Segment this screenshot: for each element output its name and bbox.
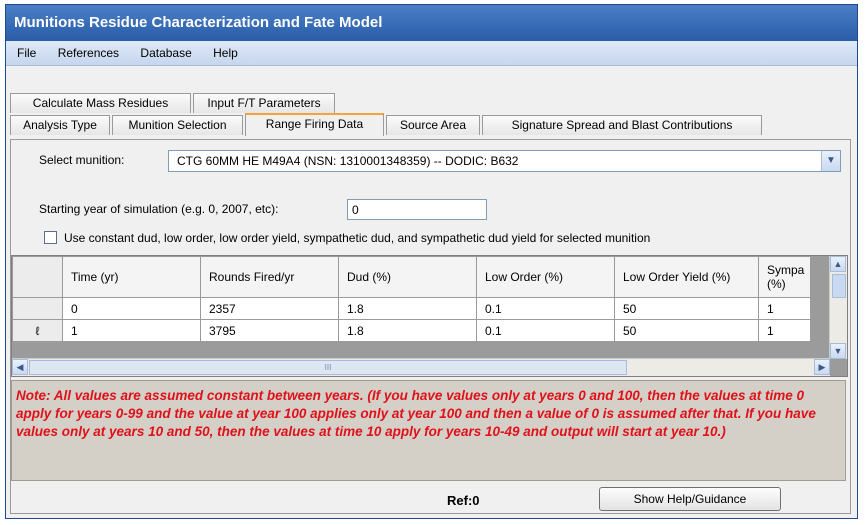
menu-help[interactable]: Help xyxy=(206,41,245,65)
col-header-sympathetic[interactable]: Sympa (%) xyxy=(758,256,811,298)
grid-horizontal-scrollbar[interactable]: ◀ III ▶ xyxy=(12,358,830,376)
grid-cell[interactable]: 50 xyxy=(614,297,759,320)
assumption-note: Note: All values are assumed constant be… xyxy=(11,380,846,481)
grid-cell[interactable]: 1 xyxy=(758,319,811,342)
grid-cell[interactable]: 3795 xyxy=(200,319,339,342)
range-firing-panel: Select munition: CTG 60MM HE M49A4 (NSN:… xyxy=(10,139,851,514)
menu-references[interactable]: References xyxy=(51,41,126,65)
scroll-up-icon[interactable]: ▲ xyxy=(830,256,846,272)
vertical-scroll-thumb[interactable] xyxy=(832,274,846,298)
start-year-label: Starting year of simulation (e.g. 0, 200… xyxy=(39,202,279,216)
menu-database[interactable]: Database xyxy=(133,41,198,65)
grid-cell[interactable]: 0.1 xyxy=(476,297,615,320)
grid-cell[interactable]: 2357 xyxy=(200,297,339,320)
table-row: 0 2357 1.8 0.1 50 1 xyxy=(12,297,811,320)
row-header-corner xyxy=(12,256,63,298)
col-header-dud[interactable]: Dud (%) xyxy=(338,256,477,298)
scroll-left-icon[interactable]: ◀ xyxy=(12,359,28,375)
select-munition-label: Select munition: xyxy=(39,153,125,167)
grid-cell[interactable]: 1 xyxy=(62,319,201,342)
munition-select-value: CTG 60MM HE M49A4 (NSN: 1310001348359) -… xyxy=(177,154,519,168)
constant-values-checkbox[interactable] xyxy=(44,231,57,244)
grid-table: Time (yr) Rounds Fired/yr Dud (%) Low Or… xyxy=(12,256,811,342)
horizontal-scroll-thumb[interactable]: III xyxy=(29,360,627,375)
tab-signature-spread[interactable]: Signature Spread and Blast Contributions xyxy=(482,115,762,135)
col-header-low-order-yield[interactable]: Low Order Yield (%) xyxy=(614,256,759,298)
grid-header-row: Time (yr) Rounds Fired/yr Dud (%) Low Or… xyxy=(12,256,811,298)
tab-range-firing-data[interactable]: Range Firing Data xyxy=(245,113,384,136)
munition-select[interactable]: CTG 60MM HE M49A4 (NSN: 1310001348359) -… xyxy=(168,150,841,172)
start-year-input[interactable]: 0 xyxy=(347,199,487,220)
chevron-down-icon[interactable]: ▼ xyxy=(821,151,840,171)
edit-row-pencil-icon[interactable]: ℓ xyxy=(12,319,63,342)
grid-cell[interactable]: 0 xyxy=(62,297,201,320)
grid-cell[interactable]: 50 xyxy=(614,319,759,342)
tab-munition-selection[interactable]: Munition Selection xyxy=(112,115,243,135)
col-header-low-order[interactable]: Low Order (%) xyxy=(476,256,615,298)
col-header-time[interactable]: Time (yr) xyxy=(62,256,201,298)
scroll-down-icon[interactable]: ▼ xyxy=(830,343,846,359)
scroll-right-icon[interactable]: ▶ xyxy=(814,359,830,375)
grid-cell[interactable]: 1 xyxy=(758,297,811,320)
tab-analysis-type[interactable]: Analysis Type xyxy=(10,115,110,135)
row-header[interactable] xyxy=(12,297,63,320)
window-title: Munitions Residue Characterization and F… xyxy=(6,5,857,41)
grid-cell[interactable]: 1.8 xyxy=(338,319,477,342)
menu-bar: File References Database Help xyxy=(6,41,857,66)
grid-cell[interactable]: 0.1 xyxy=(476,319,615,342)
table-row: ℓ 1 3795 1.8 0.1 50 1 xyxy=(12,319,811,342)
menu-file[interactable]: File xyxy=(10,41,43,65)
tab-source-area[interactable]: Source Area xyxy=(386,115,480,135)
show-help-button[interactable]: Show Help/Guidance xyxy=(599,487,781,511)
range-data-grid: Time (yr) Rounds Fired/yr Dud (%) Low Or… xyxy=(11,255,848,377)
col-header-rounds[interactable]: Rounds Fired/yr xyxy=(200,256,339,298)
constant-values-label: Use constant dud, low order, low order y… xyxy=(64,231,651,245)
grid-vertical-scrollbar[interactable]: ▲ ▼ xyxy=(829,256,847,359)
grid-cell[interactable]: 1.8 xyxy=(338,297,477,320)
main-window: Munitions Residue Characterization and F… xyxy=(5,4,858,519)
tab-calculate-mass-residues[interactable]: Calculate Mass Residues xyxy=(10,93,191,113)
ref-label: Ref:0 xyxy=(447,493,480,508)
tab-input-ft-parameters[interactable]: Input F/T Parameters xyxy=(193,93,335,113)
